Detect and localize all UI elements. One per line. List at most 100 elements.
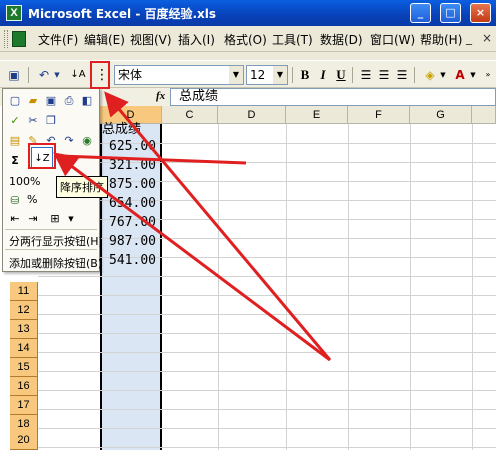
borders-icon[interactable]: ⊞	[47, 211, 63, 227]
row-header[interactable]: 16	[10, 377, 38, 396]
menu-edit[interactable]: 编辑(E)	[84, 31, 125, 48]
row-header[interactable]: 15	[10, 358, 38, 377]
column-header-e[interactable]: E	[286, 106, 348, 124]
print-preview-icon[interactable]: ◧	[79, 93, 95, 109]
grid-line	[286, 124, 287, 450]
redo-icon[interactable]: ↷	[61, 133, 77, 149]
split-rows-option[interactable]: 分两行显示按钮(H)	[9, 233, 103, 249]
grid-line	[218, 124, 219, 450]
zoom-value[interactable]: 100%	[9, 175, 40, 188]
document-icon[interactable]	[12, 31, 26, 47]
save-icon[interactable]: ▣	[43, 93, 59, 109]
maximize-button[interactable]: □	[440, 3, 461, 23]
toolbar-separator	[28, 67, 29, 83]
cell-header-total-score[interactable]: 总成绩	[102, 118, 141, 137]
menu-data[interactable]: 数据(D)	[320, 31, 363, 48]
row-header[interactable]: 17	[10, 396, 38, 415]
grid-line	[38, 390, 496, 391]
chevron-down-icon[interactable]: ▼	[229, 66, 243, 84]
grid-line	[38, 428, 496, 429]
row-header[interactable]: 11	[10, 282, 38, 301]
save-icon[interactable]: ▣	[4, 65, 24, 85]
row-header[interactable]: 13	[10, 320, 38, 339]
align-left-icon[interactable]: ☰	[356, 65, 376, 85]
menu-window[interactable]: 窗口(W)	[370, 31, 415, 48]
print-icon[interactable]: ⎙	[61, 93, 77, 109]
grid-line	[38, 409, 496, 410]
close-button[interactable]: ×	[470, 3, 491, 23]
cell-value[interactable]: 987.00	[104, 234, 156, 249]
cell-value[interactable]: 321.00	[104, 158, 156, 173]
percent-style-button[interactable]: %	[27, 193, 37, 206]
add-remove-buttons-option[interactable]: 添加或删除按钮(B)	[9, 255, 102, 271]
align-right-icon[interactable]: ☰	[392, 65, 412, 85]
mdi-close-button[interactable]: ×	[482, 31, 492, 45]
chevron-down-icon[interactable]: ▼	[273, 66, 287, 84]
cell-value[interactable]: 541.00	[104, 253, 156, 268]
menu-file[interactable]: 文件(F)	[38, 31, 78, 48]
chart-wizard-icon[interactable]: ▥	[57, 153, 73, 169]
decrease-indent-icon[interactable]: ⇤	[7, 211, 23, 227]
menu-separator	[5, 229, 97, 230]
fill-color-dropdown-icon[interactable]: ▼	[438, 65, 448, 85]
row-header[interactable]: 20	[10, 431, 38, 450]
increase-indent-icon[interactable]: ⇥	[25, 211, 41, 227]
window-title: Microsoft Excel - 百度经验.xls	[28, 7, 217, 21]
grid-line	[38, 276, 496, 277]
column-header-c[interactable]: C	[162, 106, 218, 124]
menu-help[interactable]: 帮助(H)	[420, 31, 462, 48]
row-header[interactable]: 12	[10, 301, 38, 320]
fx-label[interactable]: fx	[156, 90, 165, 102]
currency-icon[interactable]: ⛁	[7, 193, 23, 209]
undo-icon[interactable]: ↶	[34, 65, 54, 85]
undo-dropdown-icon[interactable]: ▼	[52, 65, 62, 85]
paste-icon[interactable]: ▤	[7, 133, 23, 149]
font-size-value: 12	[250, 68, 266, 82]
fill-color-icon[interactable]: ◈	[420, 65, 440, 85]
sort-ascending-icon[interactable]: ↓A	[68, 65, 88, 85]
toolbar-options-icon[interactable]: »	[482, 65, 494, 85]
underline-button[interactable]: U	[332, 66, 350, 84]
sort-descending-tooltip: 降序排序	[56, 176, 108, 198]
grid-line	[472, 124, 473, 450]
grid-line	[348, 124, 349, 450]
excel-icon[interactable]: X	[6, 5, 22, 21]
grid-line	[38, 371, 496, 372]
cell-value[interactable]: 767.00	[104, 215, 156, 230]
grid-line	[38, 352, 496, 353]
cell-value[interactable]: 654.00	[104, 196, 156, 211]
toolbar-grip[interactable]	[4, 30, 8, 48]
column-header-next[interactable]	[472, 106, 496, 124]
borders-dropdown-icon[interactable]: ▼	[63, 211, 79, 227]
column-header-d2[interactable]: D	[218, 106, 286, 124]
formula-input[interactable]: 总成绩	[170, 88, 496, 106]
align-center-icon[interactable]: ☰	[374, 65, 394, 85]
menu-insert[interactable]: 插入(I)	[178, 31, 215, 48]
font-name-select[interactable]: 宋体 ▼	[114, 65, 244, 85]
column-header-f[interactable]: F	[348, 106, 410, 124]
open-folder-icon[interactable]: ▰	[25, 93, 41, 109]
bold-button[interactable]: B	[296, 66, 314, 84]
column-header-g[interactable]: G	[410, 106, 472, 124]
menu-tools[interactable]: 工具(T)	[272, 31, 313, 48]
font-color-icon[interactable]: A	[450, 65, 470, 85]
new-file-icon[interactable]: ▢	[7, 93, 23, 109]
menu-view[interactable]: 视图(V)	[130, 31, 172, 48]
title-bar: X Microsoft Excel - 百度经验.xls _ □ ×	[0, 0, 496, 26]
insert-hyperlink-icon[interactable]: ◉	[79, 133, 95, 149]
row-header[interactable]: 14	[10, 339, 38, 358]
menu-format[interactable]: 格式(O)	[224, 31, 267, 48]
formatting-toolbar: ▣ ↶ ▼ ↓A ⋮ 宋体 ▼ 12 ▼ B I U ☰ ☰ ☰ ◈ ▼ A ▼…	[0, 60, 496, 88]
cut-icon[interactable]: ✂	[25, 113, 41, 129]
cell-value[interactable]: 875.00	[104, 177, 156, 192]
cell-value[interactable]: 625.00	[104, 139, 156, 154]
grid-line	[38, 447, 496, 448]
font-size-select[interactable]: 12 ▼	[246, 65, 288, 85]
font-color-dropdown-icon[interactable]: ▼	[468, 65, 478, 85]
copy-icon[interactable]: ❐	[43, 113, 59, 129]
mdi-minimize-button[interactable]: _	[466, 31, 472, 45]
autosum-icon[interactable]: Σ	[7, 153, 23, 169]
italic-button[interactable]: I	[314, 66, 332, 84]
spelling-icon[interactable]: ✓	[7, 113, 23, 129]
minimize-button[interactable]: _	[410, 3, 431, 23]
